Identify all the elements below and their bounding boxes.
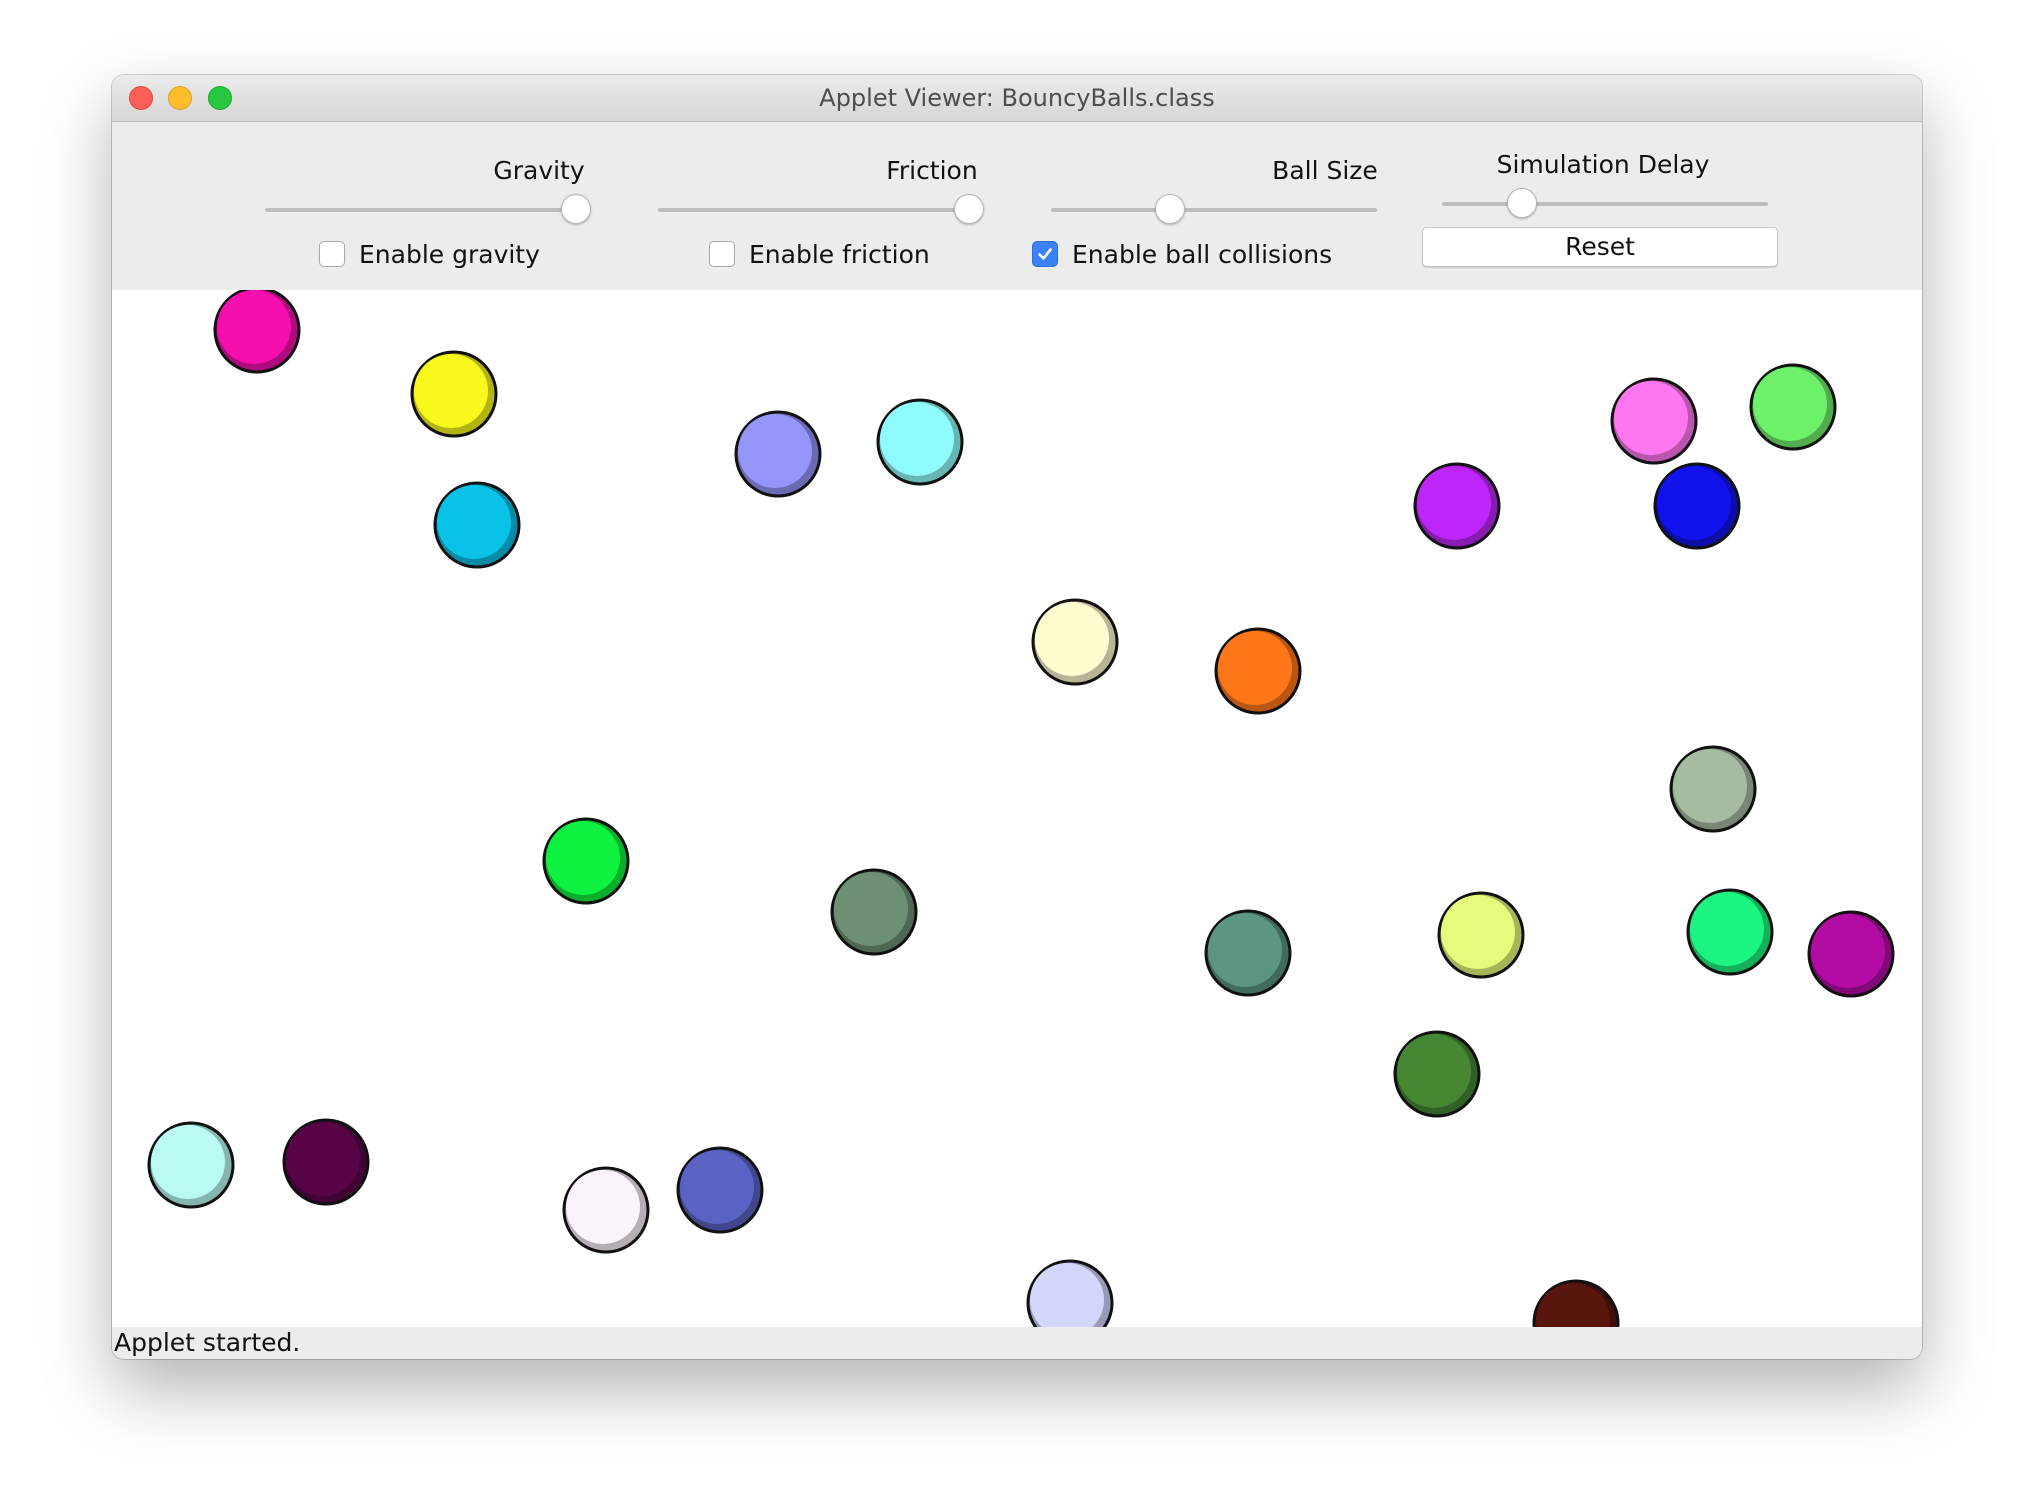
ball-size-slider-knob[interactable] (1154, 194, 1185, 224)
simulation-delay-label: Simulation Delay (1496, 150, 1710, 179)
ball (562, 1166, 650, 1254)
ball (1214, 627, 1302, 715)
ball (1653, 462, 1741, 550)
ball (676, 1146, 764, 1234)
ball (1532, 1279, 1620, 1359)
enable-ball-collisions-option[interactable]: Enable ball collisions (1032, 238, 1332, 270)
ball-size-slider-track[interactable] (1051, 208, 1377, 212)
ball (1807, 910, 1895, 998)
simulation-delay-slider[interactable] (1442, 188, 1768, 220)
simulation-delay-slider-knob[interactable] (1507, 188, 1538, 218)
gravity-slider-track[interactable] (265, 208, 591, 212)
enable-friction-option[interactable]: Enable friction (709, 238, 930, 270)
ball (734, 410, 822, 498)
ball (213, 286, 301, 374)
ball (1204, 909, 1292, 997)
friction-slider-track[interactable] (658, 208, 984, 212)
ball (876, 398, 964, 486)
enable-gravity-option[interactable]: Enable gravity (319, 238, 540, 270)
ball (433, 481, 521, 569)
enable-ball-collisions-checkbox[interactable] (1032, 241, 1058, 267)
window-title: Applet Viewer: BouncyBalls.class (819, 84, 1215, 112)
title-bar[interactable]: Applet Viewer: BouncyBalls.class (112, 75, 1922, 122)
simulation-canvas[interactable] (112, 119, 1922, 1359)
ball (1393, 1030, 1481, 1118)
ball (1686, 888, 1774, 976)
gravity-label: Gravity (493, 156, 585, 185)
ball (1749, 363, 1837, 451)
gravity-slider[interactable] (265, 194, 591, 226)
ball (1413, 462, 1501, 550)
ball-size-slider[interactable] (1051, 194, 1377, 226)
ball (1026, 1259, 1114, 1347)
friction-label: Friction (886, 156, 978, 185)
ball (282, 1118, 370, 1206)
reset-button[interactable]: Reset (1422, 227, 1778, 267)
gravity-slider-knob[interactable] (561, 194, 591, 224)
status-bar: Applet started. (112, 1327, 1922, 1359)
applet-viewer-window: Applet Viewer: BouncyBalls.class Gravity… (112, 75, 1922, 1359)
enable-gravity-checkbox[interactable] (319, 241, 345, 267)
enable-friction-label[interactable]: Enable friction (749, 240, 930, 269)
ball (830, 868, 918, 956)
status-text: Applet started. (114, 1328, 301, 1357)
controls-panel: Gravity Friction Ball Size Simulation De… (112, 122, 1922, 290)
checkmark-icon (1038, 248, 1052, 260)
ball (147, 1121, 235, 1209)
friction-slider-knob[interactable] (954, 194, 984, 224)
friction-slider[interactable] (658, 194, 984, 226)
ball (410, 350, 498, 438)
enable-ball-collisions-label[interactable]: Enable ball collisions (1072, 240, 1332, 269)
ball (1669, 745, 1757, 833)
enable-friction-checkbox[interactable] (709, 241, 735, 267)
balls-drawing (147, 119, 1895, 1359)
ball (1437, 891, 1525, 979)
enable-gravity-label[interactable]: Enable gravity (359, 240, 540, 269)
ball (1031, 598, 1119, 686)
ball (1610, 377, 1698, 465)
ball (542, 817, 630, 905)
simulation-delay-slider-track[interactable] (1442, 202, 1768, 206)
